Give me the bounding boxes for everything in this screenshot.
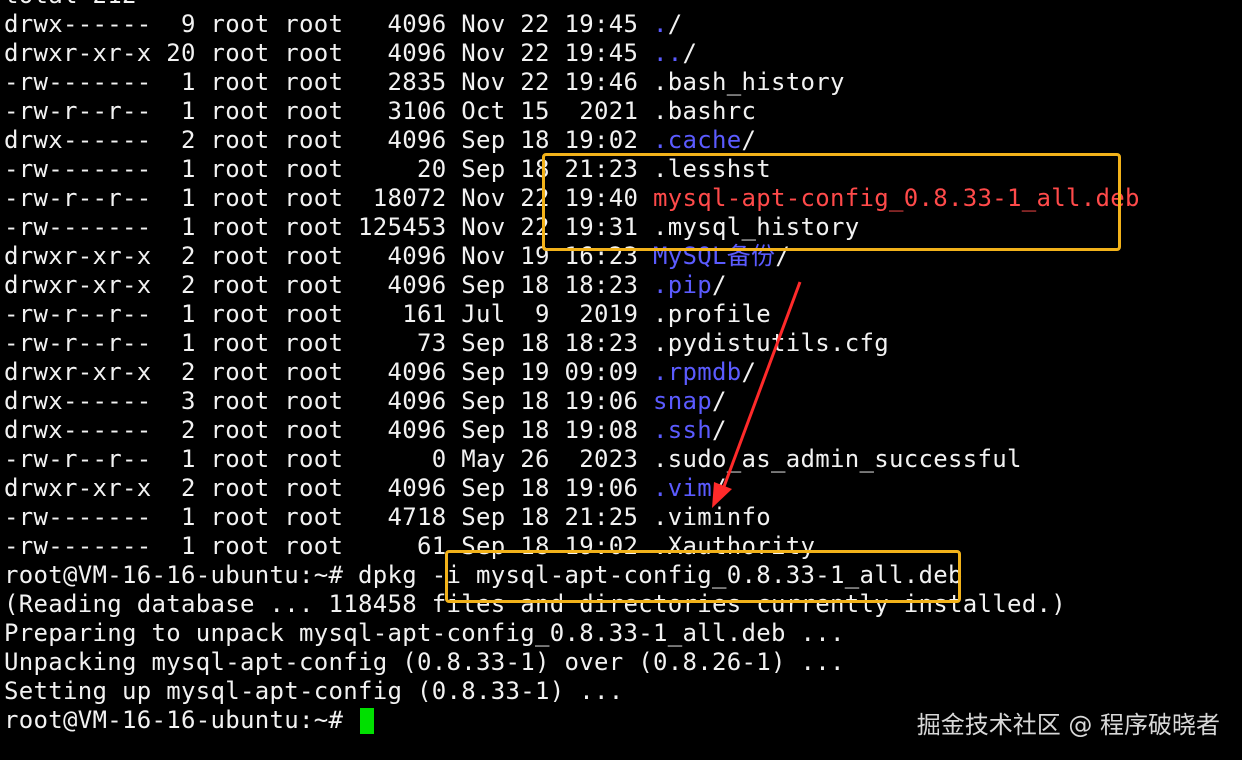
listing-row: total 212 [4,0,137,10]
file-name: .pip [652,271,712,299]
listing-row: drwxr-xr-x 2 root root 4096 Sep 18 18:23… [4,271,727,300]
output-text: (Reading database ... 118458 files and d… [4,590,1066,618]
listing-row: drwx------ 9 root root 4096 Nov 22 19:45… [4,10,682,39]
listing-meta: drwxr-xr-x 2 root root 4096 Sep 19 09:09 [4,358,653,386]
output-text: Unpacking mysql-apt-config (0.8.33-1) ov… [4,648,845,676]
dir-suffix: / [711,416,727,444]
listing-row: -rw------- 1 root root 61 Sep 18 19:02 .… [4,532,815,561]
file-name: .lesshst [652,155,771,183]
listing-meta: -rw-r--r-- 1 root root 0 May 26 2023 [4,445,653,473]
file-name: .pydistutils.cfg [652,329,889,357]
cursor[interactable] [359,708,374,734]
watermark: 掘金技术社区 @ 程序破晓者 [916,711,1220,739]
listing-row: -rw------- 1 root root 2835 Nov 22 19:46… [4,68,845,97]
listing-meta: drwx------ 2 root root 4096 Sep 18 19:08 [4,416,653,444]
file-name: .cache [652,126,742,154]
dir-suffix: / [741,358,757,386]
final-prompt-line: root@VM-16-16-ubuntu:~# [4,706,374,735]
listing-total: total 212 [4,0,137,9]
listing-meta: drwxr-xr-x 2 root root 4096 Nov 19 16:23 [4,242,653,270]
file-name: .mysql_history [652,213,860,241]
listing-row: -rw------- 1 root root 20 Sep 18 21:23 .… [4,155,771,184]
listing-meta: -rw-r--r-- 1 root root 161 Jul 9 2019 [4,300,653,328]
file-name: snap [652,387,712,415]
dir-suffix: / [667,10,683,38]
file-name: .bashrc [652,97,757,125]
listing-row: drwx------ 3 root root 4096 Sep 18 19:06… [4,387,727,416]
dir-suffix: / [741,126,757,154]
listing-row: drwx------ 2 root root 4096 Sep 18 19:08… [4,416,727,445]
output-line: Setting up mysql-apt-config (0.8.33-1) .… [4,677,623,706]
file-name: .profile [652,300,771,328]
output-line: (Reading database ... 118458 files and d… [4,590,1066,619]
listing-meta: drwxr-xr-x 20 root root 4096 Nov 22 19:4… [4,39,653,67]
file-name: .Xauthority [652,532,816,560]
dir-suffix: / [711,474,727,502]
listing-row: -rw------- 1 root root 4718 Sep 18 21:25… [4,503,771,532]
dir-suffix: / [682,39,698,67]
listing-row: drwxr-xr-x 2 root root 4096 Sep 19 09:09… [4,358,756,387]
file-name: .ssh [652,416,712,444]
listing-meta: drwxr-xr-x 2 root root 4096 Sep 18 19:06 [4,474,653,502]
file-name: .bash_history [652,68,845,96]
listing-row: drwxr-xr-x 20 root root 4096 Nov 22 19:4… [4,39,697,68]
listing-meta: drwx------ 9 root root 4096 Nov 22 19:45 [4,10,653,38]
file-name: .rpmdb [652,358,742,386]
shell-prompt: root@VM-16-16-ubuntu:~# [4,706,358,734]
listing-meta: drwx------ 3 root root 4096 Sep 18 19:06 [4,387,653,415]
listing-row: -rw-r--r-- 1 root root 0 May 26 2023 .su… [4,445,1022,474]
listing-meta: -rw------- 1 root root 20 Sep 18 21:23 [4,155,653,183]
file-name: . [652,10,668,38]
listing-meta: -rw------- 1 root root 2835 Nov 22 19:46 [4,68,653,96]
listing-meta: -rw------- 1 root root 4718 Sep 18 21:25 [4,503,653,531]
listing-row: drwxr-xr-x 2 root root 4096 Nov 19 16:23… [4,242,790,271]
listing-meta: -rw------- 1 root root 61 Sep 18 19:02 [4,532,653,560]
output-text: Setting up mysql-apt-config (0.8.33-1) .… [4,677,624,705]
listing-meta: -rw------- 1 root root 125453 Nov 22 19:… [4,213,653,241]
file-name: mysql-apt-config_0.8.33-1_all.deb [652,184,1140,212]
listing-row: -rw-r--r-- 1 root root 73 Sep 18 18:23 .… [4,329,889,358]
listing-row: -rw------- 1 root root 125453 Nov 22 19:… [4,213,859,242]
file-name: .. [652,39,683,67]
file-name: .sudo_as_admin_successful [652,445,1022,473]
dir-suffix: / [711,387,727,415]
listing-meta: drwx------ 2 root root 4096 Sep 18 19:02 [4,126,653,154]
listing-row: -rw-r--r-- 1 root root 18072 Nov 22 19:4… [4,184,1140,213]
file-name: .viminfo [652,503,771,531]
output-text: Preparing to unpack mysql-apt-config_0.8… [4,619,845,647]
command-text: dpkg -i mysql-apt-config_0.8.33-1_all.de… [357,561,963,589]
dir-suffix: / [711,271,727,299]
file-name: .vim [652,474,712,502]
listing-row: drwxr-xr-x 2 root root 4096 Sep 18 19:06… [4,474,727,503]
shell-prompt: root@VM-16-16-ubuntu:~# [4,561,358,589]
listing-meta: drwxr-xr-x 2 root root 4096 Sep 18 18:23 [4,271,653,299]
dir-suffix: / [775,242,791,270]
output-line: Preparing to unpack mysql-apt-config_0.8… [4,619,845,648]
listing-meta: -rw-r--r-- 1 root root 18072 Nov 22 19:4… [4,184,653,212]
file-name: MySQL备份 [652,242,776,270]
listing-row: -rw-r--r-- 1 root root 3106 Oct 15 2021 … [4,97,756,126]
listing-meta: -rw-r--r-- 1 root root 73 Sep 18 18:23 [4,329,653,357]
terminal-window[interactable]: total 212drwx------ 9 root root 4096 Nov… [0,0,1242,760]
output-line: Unpacking mysql-apt-config (0.8.33-1) ov… [4,648,845,677]
listing-meta: -rw-r--r-- 1 root root 3106 Oct 15 2021 [4,97,653,125]
listing-row: drwx------ 2 root root 4096 Sep 18 19:02… [4,126,756,155]
listing-row: -rw-r--r-- 1 root root 161 Jul 9 2019 .p… [4,300,771,329]
command-line: root@VM-16-16-ubuntu:~# dpkg -i mysql-ap… [4,561,963,590]
